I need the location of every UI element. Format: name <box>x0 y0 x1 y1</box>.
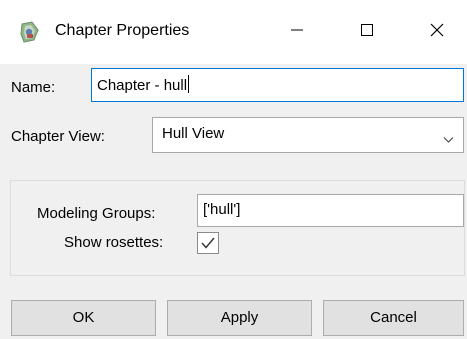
close-button[interactable] <box>414 14 460 50</box>
show-rosettes-checkbox[interactable] <box>197 232 219 254</box>
chapter-view-select[interactable]: Hull View <box>152 117 464 153</box>
show-rosettes-label: Show rosettes: <box>64 234 164 251</box>
chevron-down-icon <box>443 131 454 143</box>
apply-button[interactable]: Apply <box>167 300 312 336</box>
chapter-icon <box>18 20 42 44</box>
cancel-button[interactable]: Cancel <box>323 300 464 336</box>
modeling-groups-label: Modeling Groups: <box>37 205 156 222</box>
minimize-button[interactable] <box>274 14 320 50</box>
maximize-button[interactable] <box>344 14 390 50</box>
modeling-groups-value: ['hull'] <box>203 201 241 218</box>
name-label: Name: <box>11 79 56 96</box>
chapter-view-label: Chapter View: <box>11 128 105 145</box>
name-field[interactable]: Chapter - hull <box>91 68 464 102</box>
modeling-groups-field[interactable]: ['hull'] <box>197 194 464 227</box>
name-field-value: Chapter - hull <box>97 77 188 94</box>
title-bar[interactable]: Chapter Properties <box>0 0 467 64</box>
ok-button[interactable]: OK <box>11 300 156 336</box>
close-icon <box>429 22 445 42</box>
chapter-view-value: Hull View <box>162 125 225 142</box>
checkmark-icon <box>198 237 218 257</box>
text-caret <box>188 75 190 93</box>
minimize-icon <box>290 23 304 41</box>
window-title: Chapter Properties <box>55 22 190 39</box>
maximize-icon <box>360 23 374 41</box>
dialog-body: Name: Chapter - hull Chapter View: Hull … <box>0 64 467 339</box>
